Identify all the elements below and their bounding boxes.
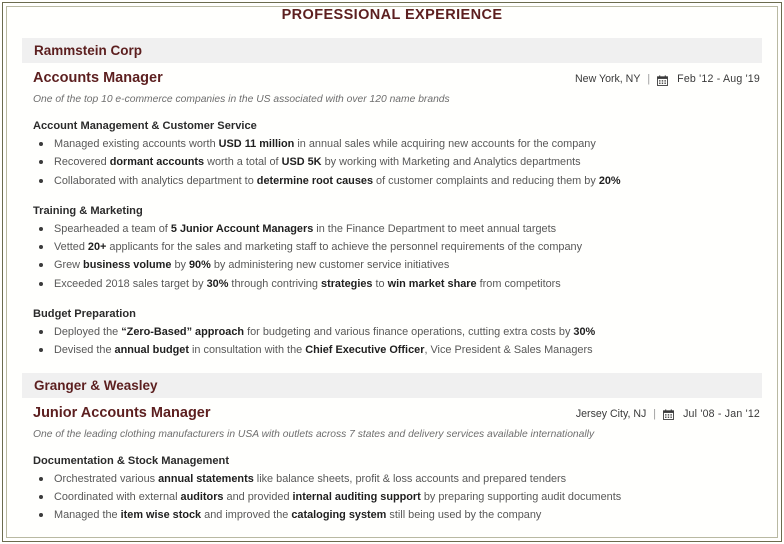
experience-entry: Granger & Weasley Junior Accounts Manager… [22,372,762,525]
company-name: Rammstein Corp [34,43,143,58]
section-heading: Training & Marketing [33,204,143,217]
company-description: One of the leading clothing manufacturer… [33,428,595,440]
bullet-list: Deployed the “Zero-Based” approach for b… [33,323,760,360]
role-location: New York, NY [575,73,641,85]
role-dates: Feb '12 - Aug '19 [677,73,760,85]
calendar-icon [663,409,675,421]
bullet-item: Grew business volume by 90% by administe… [33,256,760,274]
section-heading: Account Management & Customer Service [33,120,257,132]
role-dates: Jul '08 - Jan '12 [683,407,760,420]
bullet-item: Collaborated with analytics department t… [33,172,760,190]
bullet-list: Managed existing accounts worth USD 11 m… [33,135,760,190]
meta-separator: | [653,407,657,420]
role-row: Accounts Manager New York, NY | Feb '12 - A… [22,63,762,86]
role-title: Accounts Manager [33,70,163,86]
company-band: Granger & Weasley [22,372,762,398]
company-band: Rammstein Corp [22,38,762,63]
experience-section: Training & Marketing Spearheaded a team o… [22,205,762,293]
section-heading: Budget Preparation [33,308,136,321]
bullet-item: Vetted 20+ applicants for the sales and … [33,238,760,256]
role-title: Junior Accounts Manager [33,404,211,421]
experience-section: Account Management & Customer Service Man… [22,120,762,190]
bullet-list: Orchestrated various annual statements l… [33,470,760,525]
bullet-item: Devised the annual budget in consultatio… [33,341,760,359]
role-meta: Jersey City, NJ | Jul '08 - Jan '12 [575,407,760,421]
bullet-item: Exceeded 2018 sales target by 30% throug… [33,275,760,293]
bullet-item: Managed the item wise stock and improved… [33,506,760,524]
company-name: Granger & Weasley [34,377,158,393]
bullet-item: Deployed the “Zero-Based” approach for b… [33,323,760,341]
bullet-item: Managed existing accounts worth USD 11 m… [33,135,760,153]
calendar-icon [657,74,669,86]
experience-list: Rammstein Corp Accounts Manager New York, … [22,38,762,525]
bullet-list: Spearheaded a team of 5 Junior Account M… [33,220,760,293]
bullet-item: Coordinated with external auditors and p… [33,488,760,506]
role-meta: New York, NY | Feb '12 - Aug '19 [575,73,760,86]
page-title: PROFESSIONAL EXPERIENCE [281,7,503,23]
company-description: One of the top 10 e-commerce companies i… [33,94,450,105]
resume-page: PROFESSIONAL EXPERIENCE Rammstein Corp Ac… [0,0,784,544]
experience-section: Budget Preparation Deployed the “Zero-Bas… [22,308,762,360]
bullet-item: Spearheaded a team of 5 Junior Account M… [33,220,760,238]
section-heading: Documentation & Stock Management [33,454,230,467]
experience-entry: Rammstein Corp Accounts Manager New York, … [22,38,762,360]
role-location: Jersey City, NJ [575,407,647,420]
meta-separator: | [647,73,651,85]
bullet-item: Recovered dormant accounts worth a total… [33,153,760,171]
experience-section: Documentation & Stock Management Orchestr… [22,455,762,525]
resume-content: PROFESSIONAL EXPERIENCE Rammstein Corp Ac… [0,0,784,525]
bullet-item: Orchestrated various annual statements l… [33,470,760,488]
role-row: Junior Accounts Manager Jersey City, NJ | J… [22,398,762,421]
